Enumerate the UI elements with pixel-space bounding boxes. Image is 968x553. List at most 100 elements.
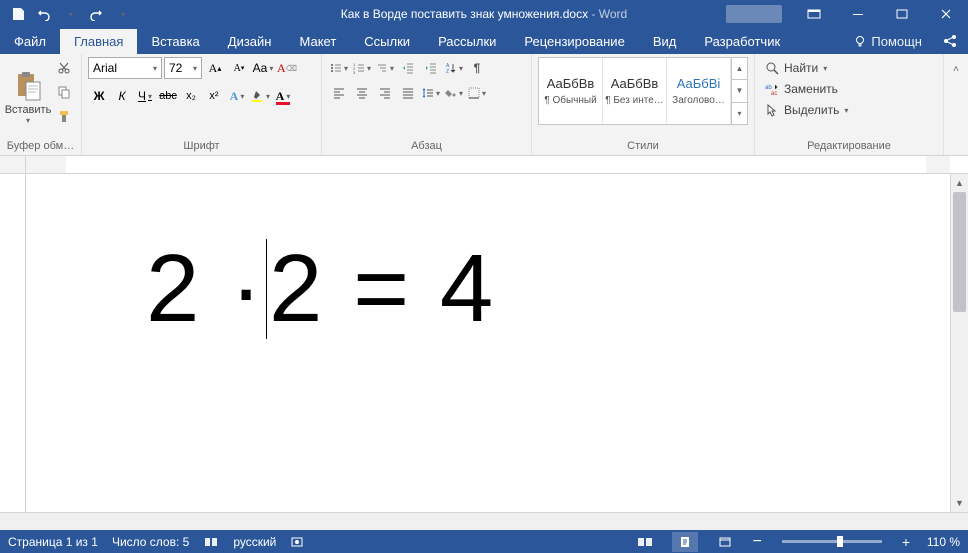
- redo-button[interactable]: [84, 2, 108, 26]
- style-no-spacing[interactable]: АаБбВв ¶ Без инте…: [603, 58, 667, 124]
- align-center-button[interactable]: [351, 82, 373, 104]
- change-case-button[interactable]: Aa: [252, 57, 274, 79]
- shading-button[interactable]: [443, 82, 465, 104]
- highlight-button[interactable]: [249, 85, 271, 107]
- sort-button[interactable]: AZ: [443, 57, 465, 79]
- font-size-combo[interactable]: 72▾: [164, 57, 202, 79]
- show-marks-button[interactable]: ¶: [466, 57, 488, 79]
- select-button[interactable]: Выделить▾: [761, 101, 852, 119]
- numbering-button[interactable]: 123: [351, 57, 373, 79]
- text-effects-button[interactable]: A: [226, 85, 248, 107]
- underline-button[interactable]: Ч: [134, 85, 156, 107]
- close-button[interactable]: [924, 0, 968, 28]
- scroll-down-button[interactable]: ▼: [951, 494, 968, 512]
- find-button[interactable]: Найти▾: [761, 59, 852, 77]
- align-right-icon: [379, 87, 391, 99]
- scroll-up-button[interactable]: ▲: [951, 174, 968, 192]
- borders-button[interactable]: [466, 82, 488, 104]
- align-right-button[interactable]: [374, 82, 396, 104]
- style-scroll-down[interactable]: ▼: [732, 80, 747, 102]
- replace-button[interactable]: abac Заменить: [761, 80, 852, 98]
- horizontal-scrollbar[interactable]: [0, 512, 968, 530]
- tab-file[interactable]: Файл: [0, 29, 60, 54]
- scroll-track[interactable]: [951, 192, 968, 494]
- page[interactable]: 2 · 2 = 4: [26, 174, 950, 512]
- web-layout-button[interactable]: [712, 532, 738, 552]
- justify-button[interactable]: [397, 82, 419, 104]
- zoom-out-button[interactable]: −: [752, 533, 761, 551]
- outdent-icon: [402, 62, 414, 74]
- web-layout-icon: [718, 535, 732, 549]
- grow-font-button[interactable]: A▴: [204, 57, 226, 79]
- tab-mailings[interactable]: Рассылки: [424, 29, 510, 54]
- tab-developer[interactable]: Разработчик: [690, 29, 794, 54]
- ribbon-options-button[interactable]: [792, 0, 836, 28]
- line-spacing-button[interactable]: [420, 82, 442, 104]
- font-color-button[interactable]: A: [272, 85, 294, 107]
- zoom-level[interactable]: 110 %: [924, 535, 960, 549]
- tab-layout[interactable]: Макет: [285, 29, 350, 54]
- spellcheck-indicator[interactable]: [203, 535, 219, 549]
- copy-button[interactable]: [53, 81, 75, 103]
- tab-insert[interactable]: Вставка: [137, 29, 213, 54]
- tell-me[interactable]: Помощн: [843, 29, 932, 54]
- group-label-editing: Редактирование: [761, 138, 937, 155]
- decrease-indent-button[interactable]: [397, 57, 419, 79]
- zoom-in-button[interactable]: +: [902, 534, 910, 550]
- read-mode-button[interactable]: [632, 532, 658, 552]
- group-label-paragraph: Абзац: [328, 138, 525, 155]
- zoom-slider[interactable]: [782, 540, 882, 543]
- paste-button[interactable]: Вставить ▾: [6, 57, 50, 138]
- font-name-combo[interactable]: Arial▾: [88, 57, 162, 79]
- ruler-vertical[interactable]: [0, 174, 26, 512]
- ruler-h-track[interactable]: [26, 156, 950, 173]
- word-count[interactable]: Число слов: 5: [112, 535, 189, 549]
- undo-dropdown[interactable]: [58, 2, 82, 26]
- brush-icon: [57, 109, 71, 123]
- subscript-button[interactable]: x₂: [180, 85, 202, 107]
- cut-button[interactable]: [53, 57, 75, 79]
- strikethrough-button[interactable]: abc: [157, 85, 179, 107]
- ruler-horizontal[interactable]: [0, 156, 968, 174]
- style-normal[interactable]: АаБбВв ¶ Обычный: [539, 58, 603, 124]
- maximize-button[interactable]: [880, 0, 924, 28]
- shrink-font-button[interactable]: A▾: [228, 57, 250, 79]
- highlight-icon: [250, 89, 264, 103]
- tab-view[interactable]: Вид: [639, 29, 691, 54]
- app-name: - Word: [591, 7, 627, 21]
- tab-references[interactable]: Ссылки: [350, 29, 424, 54]
- style-gallery: АаБбВв ¶ Обычный АаБбВв ¶ Без инте… АаБб…: [538, 57, 748, 125]
- vertical-scrollbar[interactable]: ▲ ▼: [950, 174, 968, 512]
- format-painter-button[interactable]: [53, 105, 75, 127]
- share-button[interactable]: [932, 28, 968, 54]
- document-text[interactable]: 2 · 2 = 4: [146, 234, 495, 344]
- multilevel-button[interactable]: [374, 57, 396, 79]
- increase-indent-button[interactable]: [420, 57, 442, 79]
- language-indicator[interactable]: русский: [233, 535, 276, 549]
- style-gallery-expand[interactable]: ▾: [732, 103, 747, 124]
- italic-button[interactable]: К: [111, 85, 133, 107]
- scroll-thumb[interactable]: [953, 192, 966, 312]
- collapse-ribbon-button[interactable]: ˄: [945, 58, 967, 80]
- macro-indicator[interactable]: [290, 535, 304, 549]
- align-left-button[interactable]: [328, 82, 350, 104]
- bullets-button[interactable]: [328, 57, 350, 79]
- print-layout-button[interactable]: [672, 532, 698, 552]
- bold-button[interactable]: Ж: [88, 85, 110, 107]
- qat-customize[interactable]: [110, 2, 134, 26]
- clear-formatting-button[interactable]: A⌫: [276, 57, 298, 79]
- user-badge[interactable]: [726, 5, 782, 23]
- page-indicator[interactable]: Страница 1 из 1: [8, 535, 98, 549]
- group-label-styles: Стили: [538, 138, 748, 155]
- style-scroll-up[interactable]: ▲: [732, 58, 747, 80]
- undo-button[interactable]: [32, 2, 56, 26]
- tab-home[interactable]: Главная: [60, 29, 137, 54]
- superscript-button[interactable]: x²: [203, 85, 225, 107]
- zoom-slider-thumb[interactable]: [837, 536, 843, 547]
- minimize-button[interactable]: [836, 0, 880, 28]
- tab-review[interactable]: Рецензирование: [510, 29, 638, 54]
- save-button[interactable]: [6, 2, 30, 26]
- style-heading1[interactable]: АаБбВі Заголово…: [667, 58, 731, 124]
- tab-design[interactable]: Дизайн: [214, 29, 286, 54]
- status-bar: Страница 1 из 1 Число слов: 5 русский − …: [0, 530, 968, 553]
